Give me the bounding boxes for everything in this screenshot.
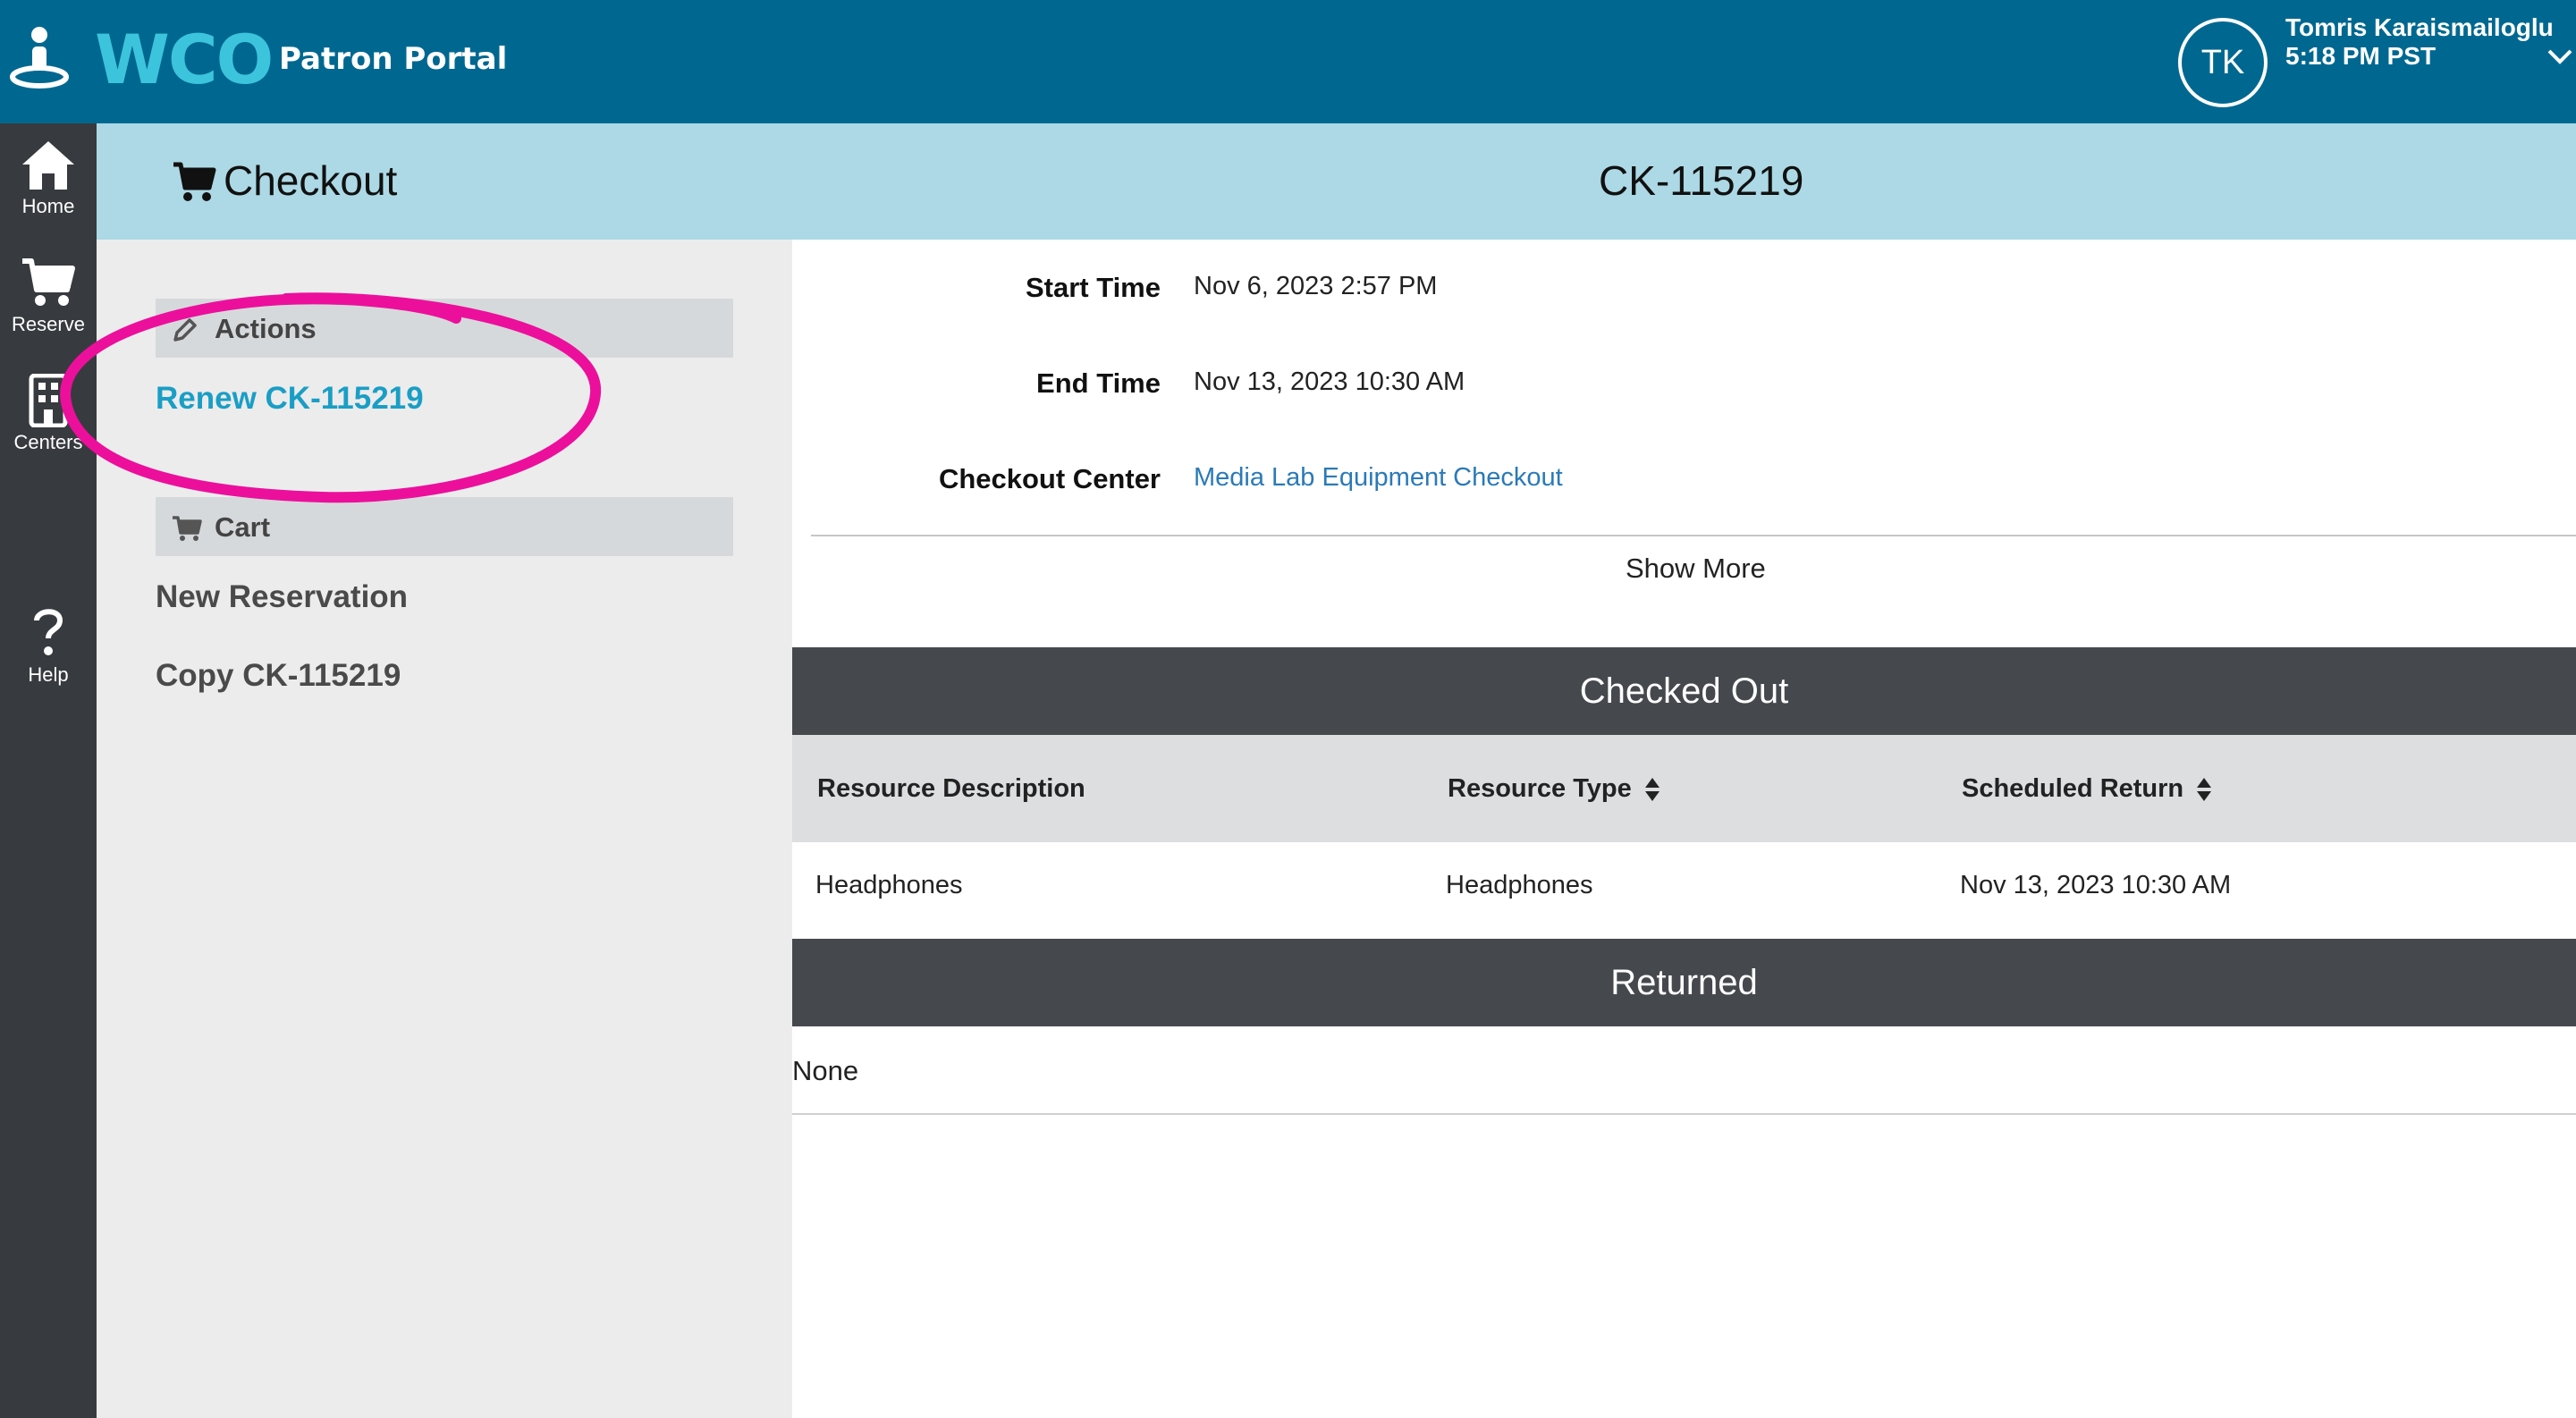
portal-title: Patron Portal — [279, 41, 508, 77]
cart-icon — [173, 162, 216, 201]
column-resource-description: Resource Description — [817, 774, 1085, 803]
logo-wordmark[interactable]: WCO — [95, 20, 274, 100]
start-time-value: Nov 6, 2023 2:57 PM — [1194, 272, 1438, 300]
question-icon — [34, 609, 63, 655]
user-time: 5:18 PM PST — [2285, 42, 2437, 70]
copy-link[interactable]: Copy CK-115219 — [156, 656, 401, 696]
sidebar-item-label: Home — [21, 195, 75, 217]
checked-out-header: Checked Out — [792, 647, 2576, 735]
person-pin-icon — [10, 27, 69, 89]
returned-empty: None — [792, 1055, 859, 1086]
column-scheduled-return[interactable]: Scheduled Return — [1962, 771, 2212, 806]
user-name[interactable]: Tomris Karaismailoglu — [2285, 13, 2554, 43]
home-icon — [22, 141, 74, 190]
checked-out-title: Checked Out — [1579, 671, 1789, 711]
end-time-value: Nov 13, 2023 10:30 AM — [1194, 367, 1465, 396]
top-header: WCO Patron Portal TK Tomris Karaismailog… — [0, 0, 2576, 123]
cell-type: Headphones — [1446, 871, 1593, 899]
cell-return: Nov 13, 2023 10:30 AM — [1960, 871, 2232, 899]
sidebar-item-home[interactable]: Home — [0, 139, 97, 218]
returned-title: Returned — [1610, 962, 1758, 1002]
end-time-label: End Time — [1036, 367, 1161, 399]
cell-description: Headphones — [815, 871, 963, 899]
start-time-label: Start Time — [1025, 272, 1161, 303]
page-title: Checkout — [224, 157, 398, 204]
show-more-button[interactable]: Show More — [1626, 551, 1766, 587]
sort-icon[interactable] — [1644, 777, 1660, 802]
sort-icon[interactable] — [2196, 777, 2212, 802]
checkout-id: CK-115219 — [1599, 157, 1804, 204]
returned-header: Returned — [792, 939, 2576, 1026]
cart-icon — [173, 516, 202, 541]
sidebar-item-help[interactable]: Help — [0, 603, 97, 687]
new-reservation-link[interactable]: New Reservation — [156, 578, 408, 617]
table-header: Resource Description Resource Type Sched… — [792, 735, 2576, 842]
divider — [811, 535, 2576, 536]
annotation-circle — [60, 292, 602, 503]
column-resource-type[interactable]: Resource Type — [1448, 771, 1660, 806]
avatar[interactable]: TK — [2178, 18, 2268, 107]
checkout-center-label: Checkout Center — [938, 463, 1161, 494]
sidebar-item-label: Help — [28, 663, 69, 686]
page-title-bar: Checkout CK-115219 — [97, 123, 2576, 240]
divider — [792, 1113, 2576, 1115]
chevron-down-icon[interactable] — [2546, 43, 2573, 70]
checkout-center-link[interactable]: Media Lab Equipment Checkout — [1194, 460, 1563, 495]
